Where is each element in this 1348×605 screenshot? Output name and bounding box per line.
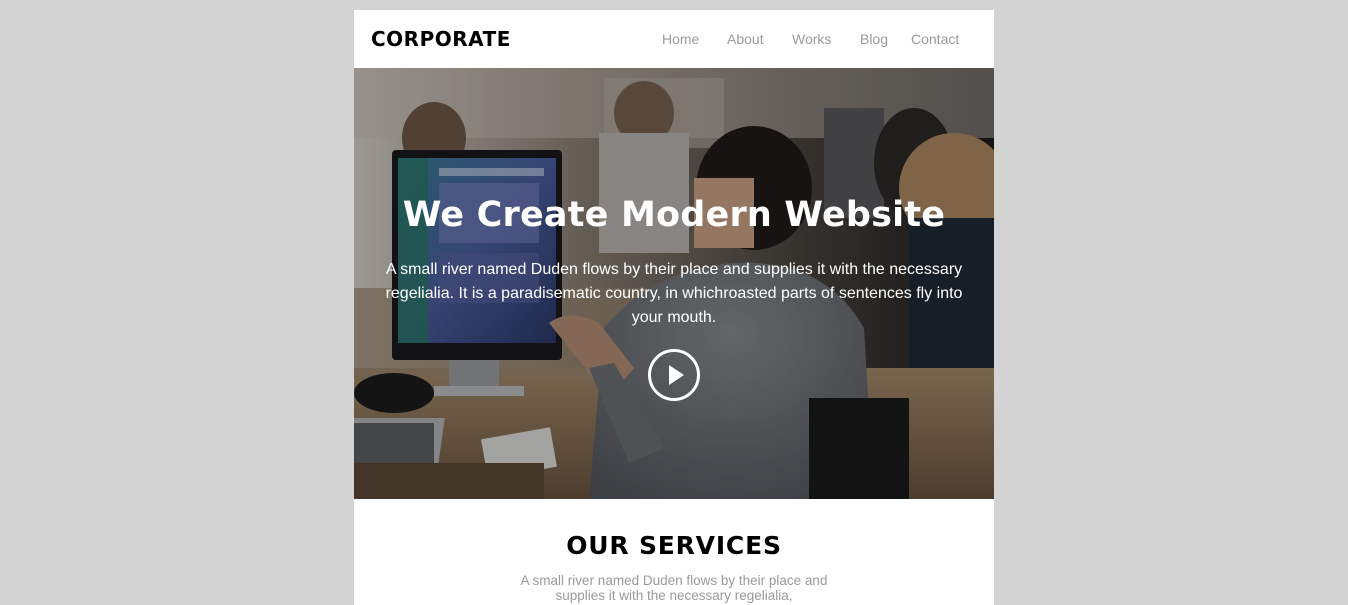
services-section: OUR SERVICES A small river named Duden f… — [354, 499, 994, 605]
hero-title: We Create Modern Website — [402, 195, 946, 235]
nav-about-link[interactable]: About — [727, 31, 764, 47]
nav-contact-link[interactable]: Contact — [911, 31, 959, 47]
hero-description: A small river named Duden flows by their… — [385, 261, 963, 326]
main-nav: Home About Works Blog Contact — [354, 31, 994, 49]
header: CORPORATE Home About Works Blog Contact — [354, 10, 994, 68]
nav-blog-link[interactable]: Blog — [860, 31, 888, 47]
email-template-page: CORPORATE Home About Works Blog Contact — [354, 10, 994, 605]
nav-works-link[interactable]: Works — [792, 31, 831, 47]
play-icon — [669, 365, 684, 385]
play-video-button[interactable] — [648, 349, 700, 401]
services-title: OUR SERVICES — [566, 531, 782, 560]
nav-home-link[interactable]: Home — [662, 31, 699, 47]
hero-banner: We Create Modern Website A small river n… — [354, 68, 994, 499]
services-description: A small river named Duden flows by their… — [520, 573, 828, 603]
